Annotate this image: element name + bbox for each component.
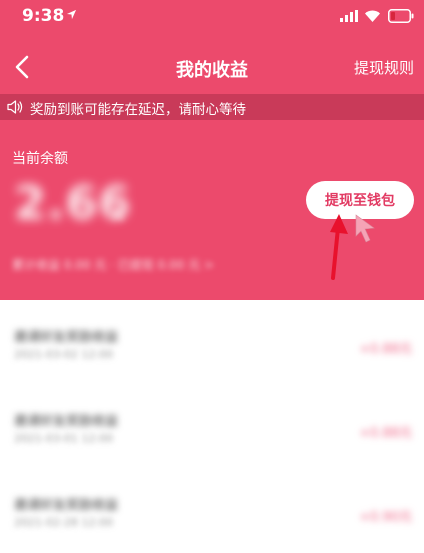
speaker-icon [7,100,23,114]
balance-unit: 元 [112,208,125,222]
notice-bar: 奖励到账可能存在延迟，请耐心等待 [0,94,424,120]
balance-label: 当前余额 [12,151,68,167]
list-item[interactable]: 邀请好友奖励收益 2021-02-28 12:00 +0.90元 [0,468,424,552]
record-date: 2021-02-28 12:00 [14,516,114,529]
record-amount: +0.90元 [359,510,412,525]
earnings-record-list: 邀请好友奖励收益 2021-03-02 12:00 +0.88元 邀请好友奖励收… [0,300,424,553]
record-amount: +0.88元 [359,426,412,441]
wifi-icon [365,10,380,22]
record-title: 邀请好友奖励收益 [14,414,119,429]
record-title: 邀请好友奖励收益 [14,330,119,345]
pointer-arrow-icon [330,214,375,280]
header-panel: 9:38 我的收益 提现规则 奖励到账可能存在延迟，请耐心等待 当前余额 2.6… [0,0,424,300]
record-amount: +0.88元 [359,342,412,357]
record-date: 2021-03-01 12:00 [14,432,114,445]
battery-icon [388,9,414,23]
withdraw-rules-link[interactable]: 提现规则 [354,57,414,78]
location-arrow-icon [66,9,77,20]
record-title: 邀请好友奖励收益 [14,498,119,513]
navigation-bar: 我的收益 提现规则 [0,44,424,90]
status-bar: 9:38 [0,0,424,36]
list-item[interactable]: 邀请好友奖励收益 2021-03-01 12:00 +0.88元 [0,384,424,468]
list-item[interactable]: 邀请好友奖励收益 2021-03-02 12:00 +0.88元 [0,300,424,384]
status-time: 9:38 [22,6,65,26]
balance-summary[interactable]: 累计收益 0.00 元 · 已提现 0.00 元 > [12,256,214,273]
record-date: 2021-03-02 12:00 [14,348,114,361]
notice-text: 奖励到账可能存在延迟，请耐心等待 [30,102,246,118]
cellular-signal-icon [340,10,358,22]
